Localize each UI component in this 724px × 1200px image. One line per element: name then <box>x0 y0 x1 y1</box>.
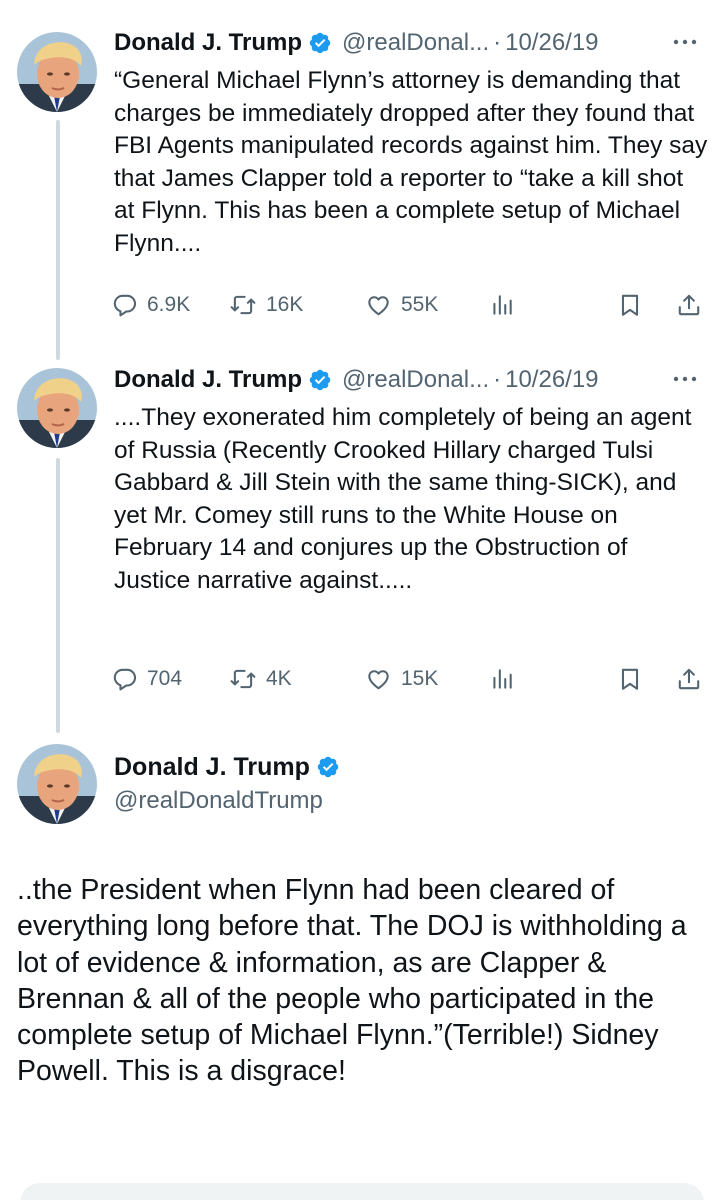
verified-badge-icon <box>316 755 340 779</box>
reply-button[interactable]: 6.9K <box>112 292 190 318</box>
share-icon <box>676 292 702 318</box>
thread-line <box>56 120 60 360</box>
views-button[interactable] <box>489 666 515 692</box>
tweet-text: “General Michael Flynn’s attorney is dem… <box>114 67 708 257</box>
author-handle[interactable]: @realDonal... <box>342 29 489 57</box>
like-count: 15K <box>401 667 439 690</box>
main-tweet-text: ..the President when Flynn had been clea… <box>17 874 687 1088</box>
reply-icon <box>112 292 138 318</box>
retweet-count: 4K <box>266 667 292 690</box>
more-icon[interactable] <box>670 366 700 392</box>
views-button[interactable] <box>489 292 515 318</box>
tweet-header: Donald J. Trump @realDonal... · 10/26/19 <box>114 27 704 59</box>
retweet-icon <box>229 666 257 692</box>
tweet-date[interactable]: 10/26/19 <box>505 366 598 394</box>
separator-dot: · <box>493 29 502 56</box>
avatar-image <box>17 32 97 112</box>
tweet-header: Donald J. Trump @realDonal... · 10/26/19 <box>114 364 704 396</box>
tweet-date[interactable]: 10/26/19 <box>505 29 598 57</box>
avatar[interactable] <box>17 744 97 824</box>
reply-button[interactable]: 704 <box>112 666 182 692</box>
share-icon <box>676 666 702 692</box>
author-name[interactable]: Donald J. Trump <box>114 753 310 782</box>
heart-icon <box>365 666 392 692</box>
retweet-button[interactable]: 16K <box>229 292 303 318</box>
views-icon <box>489 292 515 318</box>
verified-badge-icon <box>308 31 332 55</box>
views-icon <box>489 666 515 692</box>
reply-count: 6.9K <box>147 293 191 316</box>
heart-icon <box>365 292 392 318</box>
thread-view: Donald J. Trump @realDonal... · 10/26/19… <box>0 0 724 1200</box>
author-name[interactable]: Donald J. Trump <box>114 366 302 394</box>
reply-input[interactable] <box>20 1183 704 1200</box>
like-count: 55K <box>401 293 439 316</box>
main-tweet-header: Donald J. Trump @realDonaldTrump <box>114 750 340 818</box>
avatar-image <box>17 368 97 448</box>
like-button[interactable]: 15K <box>365 666 438 692</box>
retweet-count: 16K <box>266 293 304 316</box>
author-handle[interactable]: @realDonaldTrump <box>114 784 340 818</box>
separator-dot: · <box>493 366 502 393</box>
verified-badge-icon <box>308 368 332 392</box>
avatar-image <box>17 744 97 824</box>
reply-count: 704 <box>147 667 183 690</box>
retweet-button[interactable]: 4K <box>229 666 292 692</box>
more-icon[interactable] <box>670 29 700 55</box>
tweet-actions: 704 4K 15K <box>112 659 706 699</box>
bookmark-button[interactable] <box>617 666 643 692</box>
like-button[interactable]: 55K <box>365 292 438 318</box>
bookmark-icon <box>617 666 643 692</box>
author-name[interactable]: Donald J. Trump <box>114 29 302 57</box>
author-handle[interactable]: @realDonal... <box>342 366 489 394</box>
avatar[interactable] <box>17 32 97 112</box>
tweet-text: ....They exonerated him completely of be… <box>114 404 692 594</box>
share-button[interactable] <box>676 292 702 318</box>
tweet-actions: 6.9K 16K 55K <box>112 285 706 325</box>
bookmark-icon <box>617 292 643 318</box>
retweet-icon <box>229 292 257 318</box>
author-name-row: Donald J. Trump <box>114 750 340 784</box>
bookmark-button[interactable] <box>617 292 643 318</box>
share-button[interactable] <box>676 666 702 692</box>
thread-line <box>56 458 60 733</box>
reply-icon <box>112 666 138 692</box>
avatar[interactable] <box>17 368 97 448</box>
